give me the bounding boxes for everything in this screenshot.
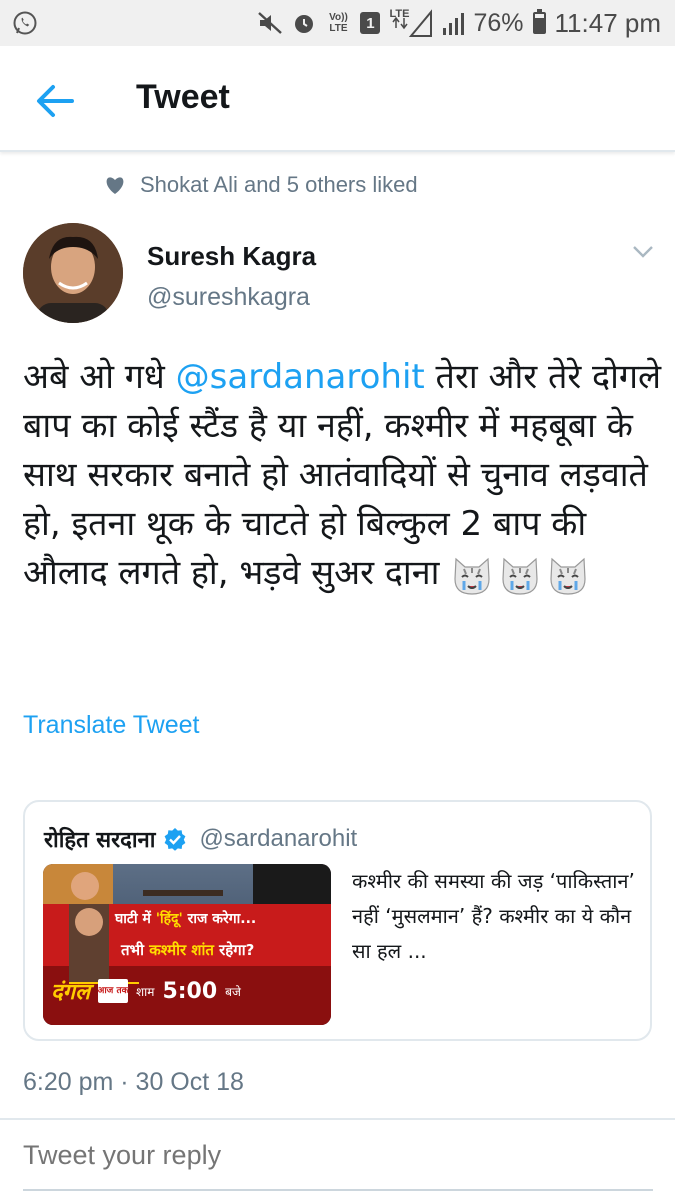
crying-cat-icon <box>450 553 494 597</box>
volte-icon: Vo)) LTE <box>329 12 348 34</box>
crying-cat-icon <box>546 553 590 597</box>
avatar[interactable] <box>23 223 123 323</box>
aaj-tak-logo: आज तक <box>97 979 129 1003</box>
quoted-tweet-image[interactable]: घाटी में 'हिंदू' राज करेगा... तभी कश्मीर… <box>43 864 331 1025</box>
social-context[interactable]: Shokat Ali and 5 others liked <box>104 172 418 198</box>
sim-icon: 1 <box>360 12 381 34</box>
quoted-tweet-header: रोहित सरदाना @sardanarohit <box>44 824 357 854</box>
mute-icon <box>257 11 283 35</box>
tweet-text: अबे ओ गधे @sardanarohit तेरा और तेरे दोग… <box>23 353 663 598</box>
battery-icon <box>532 9 546 34</box>
back-button[interactable] <box>30 76 80 126</box>
reply-underline <box>23 1189 653 1191</box>
author-name[interactable]: Suresh Kagra <box>147 241 316 272</box>
status-bar: Vo)) LTE 1 LTE 76% 11:47 pm <box>0 0 675 46</box>
divider <box>0 1118 675 1120</box>
tweet-text-part: अबे ओ गधे <box>23 357 176 397</box>
lte-signal-icon: LTE <box>389 8 433 38</box>
quoted-author-name: रोहित सरदाना <box>44 828 156 853</box>
quoted-author-handle: @sardanarohit <box>199 825 358 852</box>
liked-text: Shokat Ali and 5 others liked <box>140 172 418 197</box>
battery-percent: 76% <box>473 8 524 37</box>
signal-icon <box>442 10 465 36</box>
heart-icon <box>106 177 124 194</box>
thumb-headline-2: तभी कश्मीर शांत रहेगा? <box>121 941 255 959</box>
quoted-tweet-card[interactable]: रोहित सरदाना @sardanarohit घाटी में 'हिं… <box>23 800 652 1041</box>
chevron-down-icon <box>633 246 653 258</box>
quoted-tweet-text: कश्मीर की समस्या की जड़ ‘पाकिस्तान’ नहीं… <box>352 869 635 963</box>
verified-badge-icon <box>165 828 186 851</box>
crying-cat-icon <box>498 553 542 597</box>
alarm-icon <box>292 11 316 35</box>
mention-link[interactable]: @sardanarohit <box>176 357 425 397</box>
tweet-menu-button[interactable] <box>628 240 658 264</box>
tweet-timestamp: 6:20 pm · 30 Oct 18 <box>23 1068 244 1096</box>
thumb-footer: दंगल आज तक शाम 5:00 बजे <box>51 976 241 1006</box>
clock: 11:47 pm <box>554 7 661 38</box>
whatsapp-icon <box>13 11 37 35</box>
reply-input[interactable] <box>23 1140 653 1171</box>
thumb-show-name: दंगल <box>51 980 90 1005</box>
thumb-headline-1: घाटी में 'हिंदू' राज करेगा... <box>115 911 257 927</box>
page-title: Tweet <box>136 78 230 116</box>
translate-tweet-link[interactable]: Translate Tweet <box>23 711 199 740</box>
author-handle[interactable]: @sureshkagra <box>147 283 310 312</box>
app-bar: Tweet <box>0 46 675 152</box>
arrow-left-icon <box>37 85 74 117</box>
